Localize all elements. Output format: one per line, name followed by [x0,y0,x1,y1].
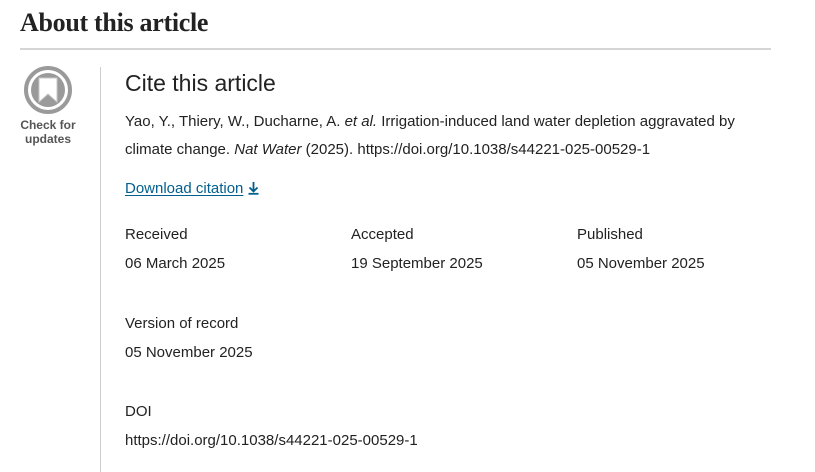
cite-heading: Cite this article [125,70,276,96]
date-value: 06 March 2025 [125,255,226,272]
section-title: About this article [20,8,209,37]
date-value: 05 November 2025 [577,255,705,272]
date-label: Accepted [351,226,414,243]
date-published: Published 05 November 2025 [577,224,705,275]
doi-value: https://doi.org/10.1038/s44221-025-00529… [125,432,418,449]
download-icon [248,182,259,195]
cite-block: Cite this article Yao, Y., Thiery, W., D… [125,68,785,198]
date-received: Received 06 March 2025 [125,224,225,275]
date-accepted: Accepted 19 September 2025 [351,224,483,275]
badge-label-line2: updates [24,132,71,146]
badge-label-line1: Check for [20,118,76,132]
about-article-section: About this article Check for updates Cit… [0,0,815,472]
citation-text: Yao, Y., Thiery, W., Ducharne, A. et al.… [125,108,785,164]
check-for-updates-icon [24,66,72,114]
version-label: Version of record [125,315,239,332]
citation-journal: Nat Water [234,141,302,158]
citation-authors: Yao, Y., Thiery, W., Ducharne, A. [125,113,345,130]
citation-etal: et al. [344,113,378,130]
version-of-record: Version of record 05 November 2025 [125,313,253,364]
citation-year-doi: (2025). https://doi.org/10.1038/s44221-0… [301,141,651,158]
download-citation-link[interactable]: Download citation [125,180,260,197]
doi-block: DOI https://doi.org/10.1038/s44221-025-0… [125,401,418,452]
date-value: 19 September 2025 [351,255,483,272]
date-label: Published [577,226,643,243]
version-value: 05 November 2025 [125,344,253,361]
doi-label: DOI [125,403,152,420]
date-label: Received [125,226,188,243]
vertical-divider [100,67,101,472]
check-for-updates-badge[interactable]: Check for updates [15,66,81,146]
title-divider [20,48,771,50]
download-citation-label: Download citation [125,180,244,197]
